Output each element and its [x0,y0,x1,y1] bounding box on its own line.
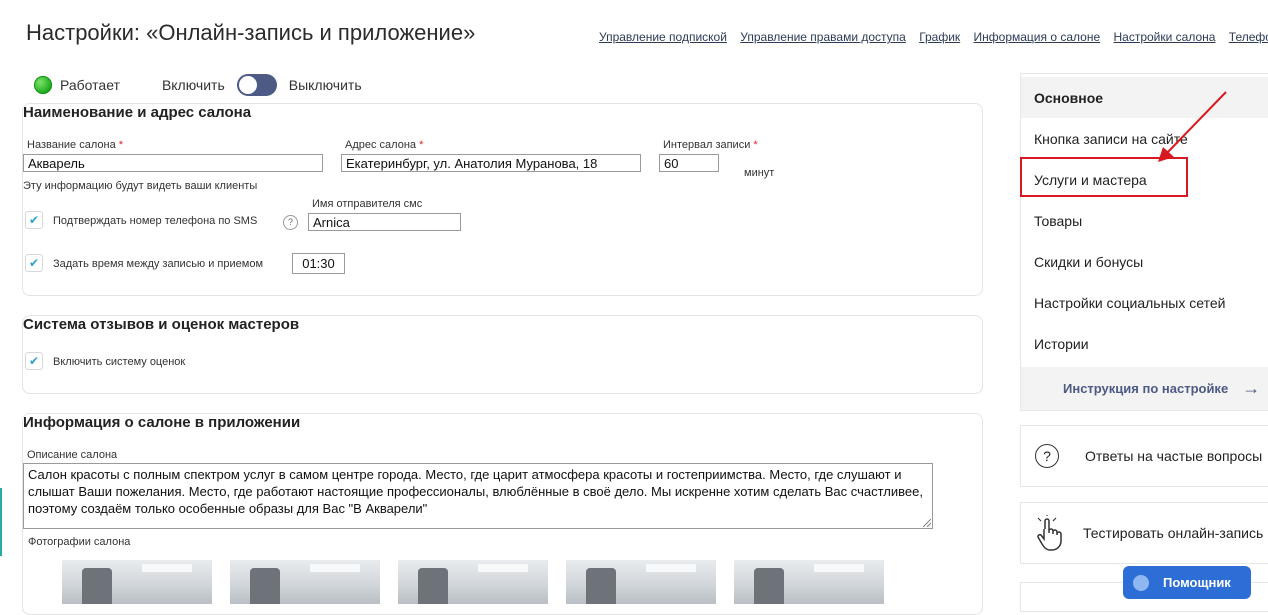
salon-photo[interactable] [398,560,548,604]
salon-photo[interactable] [734,560,884,604]
faq-card[interactable]: ? Ответы на частые вопросы [1020,425,1268,487]
nav-access-rights[interactable]: Управление правами доступа [740,30,906,44]
checkmark-icon: ✔ [28,354,40,368]
sms-confirm-checkbox[interactable]: ✔ [25,211,43,229]
helper-button[interactable]: Помощник [1123,566,1251,599]
description-textarea[interactable]: Салон красоты с полным спектром услуг в … [23,463,933,529]
time-gap-input[interactable] [292,253,345,274]
menu-item-products[interactable]: Товары [1021,200,1268,241]
test-booking-label: Тестировать онлайн-запись [1083,525,1264,541]
question-icon: ? [1035,444,1059,468]
photos-label: Фотографии салона [28,536,131,548]
salon-card-title: Наименование и адрес салона [23,104,252,121]
toggle-on-label: Включить [161,77,225,93]
app-info-card-title: Информация о салоне в приложении [23,414,301,431]
sms-confirm-label: Подтверждать номер телефона по SMS [53,215,258,227]
time-gap-checkbox[interactable]: ✔ [25,254,43,272]
menu-item-discounts[interactable]: Скидки и бонусы [1021,241,1268,282]
page-title: Настройки: «Онлайн-запись и приложение» [26,20,476,45]
salon-photo[interactable] [230,560,380,604]
interval-label: Интервал записи * [663,139,758,151]
description-line: Салон красоты с полным спектром услуг в … [28,467,902,482]
setup-guide-label: Инструкция по настройке [1063,381,1229,396]
description-line: слышат Ваши пожелания. Место, где работа… [28,484,923,499]
menu-item-stories[interactable]: Истории [1021,323,1268,364]
setup-guide-link[interactable]: Инструкция по настройке → [1021,367,1268,410]
status-row: Работает Включить Выключить [34,74,362,96]
nav-schedule[interactable]: График [919,30,960,44]
faq-label: Ответы на частые вопросы [1085,448,1263,464]
salon-address-label: Адрес салона * [345,139,424,151]
salon-address-input[interactable] [341,154,641,172]
nav-salon-info[interactable]: Информация о салоне [974,30,1101,44]
sms-sender-label: Имя отправителя смс [312,198,423,210]
resize-handle[interactable] [923,519,931,527]
help-icon[interactable]: ? [283,215,298,230]
enable-toggle[interactable] [236,74,277,96]
ratings-enable-checkbox[interactable]: ✔ [25,352,43,370]
salon-hint: Эту информацию будут видеть ваши клиенты [23,180,258,192]
status-text: Работает [60,77,120,93]
nav-subscription[interactable]: Управление подпиской [599,30,727,44]
reviews-card-title: Система отзывов и оценок мастеров [23,316,300,333]
arrow-right-icon: → [1242,378,1261,398]
toggle-off-label: Выключить [288,77,362,93]
nav-telephony[interactable]: Телефония [1229,30,1268,44]
top-navigation: Управление подпиской Управление правами … [599,30,1268,44]
helper-label: Помощник [1163,575,1231,590]
description-line: поэтому создаём только особенные образы … [28,501,428,516]
chat-bubble-icon [1133,574,1149,591]
status-indicator-icon [34,76,52,94]
checkmark-icon: ✔ [28,213,40,227]
checkmark-icon: ✔ [28,256,40,270]
interval-unit: минут [744,167,775,179]
toggle-knob [238,76,257,94]
salon-photo[interactable] [566,560,716,604]
nav-salon-settings[interactable]: Настройки салона [1113,30,1215,44]
interval-input[interactable] [659,154,719,172]
ratings-enable-label: Включить систему оценок [53,356,186,368]
salon-photo[interactable] [62,560,212,604]
left-edge-accent [0,488,2,556]
salon-name-input[interactable] [23,154,323,172]
salon-name-label: Название салона * [27,139,124,151]
tap-hand-icon [1037,515,1062,551]
time-gap-label: Задать время между записью и приемом [53,258,264,270]
sms-sender-input[interactable] [308,213,461,231]
annotation-arrow-icon [1158,91,1227,162]
menu-item-social[interactable]: Настройки социальных сетей [1021,282,1268,323]
description-label: Описание салона [27,449,118,461]
test-booking-card[interactable]: Тестировать онлайн-запись [1020,502,1268,564]
